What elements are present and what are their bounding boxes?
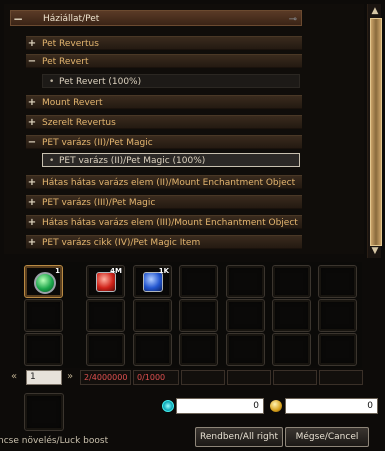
scroll-up-icon[interactable]: ▲ [369, 5, 381, 17]
recipe-tree: − Háziállat/Pet ⊸ + Pet Revertus − Pet R… [4, 4, 364, 254]
tree-root-label: Háziállat/Pet [43, 14, 100, 24]
inventory-slot[interactable] [133, 333, 172, 366]
bullet-icon: • [49, 156, 55, 166]
tree-item-label: Hátas hátas varázs elem (III)/Mount Ench… [42, 218, 298, 228]
gold-amount-field[interactable]: 0 [285, 398, 378, 414]
luck-boost-label: ncse növelés/Luck boost [0, 436, 109, 446]
blue-stone-icon [143, 272, 163, 292]
tree-item-mount-enchant-ii[interactable]: + Hátas hátas varázs elem (II)/Mount Enc… [26, 175, 302, 189]
expand-icon[interactable]: + [26, 96, 38, 108]
tree-leaf-pet-magic-ii-100[interactable]: • PET varázs (II)/Pet Magic (100%) [42, 153, 300, 167]
tree-item-pet-revertus[interactable]: + Pet Revertus [26, 36, 302, 50]
tree-item-pet-magic-ii[interactable]: − PET varázs (II)/Pet Magic [26, 135, 302, 149]
cancel-button[interactable]: Mégse/Cancel [285, 427, 369, 447]
collapse-icon[interactable]: − [26, 55, 38, 67]
inventory-slot[interactable] [272, 333, 311, 366]
gold-coin-icon [270, 400, 282, 412]
ok-button[interactable]: Rendben/All right [195, 427, 283, 447]
tree-item-szerelt-revertus[interactable]: + Szerelt Revertus [26, 115, 302, 129]
tree-item-label: Szerelt Revertus [42, 118, 116, 128]
tree-item-label: Mount Revert [42, 98, 103, 108]
red-material-counter: 2/4000000 [80, 370, 131, 385]
tree-item-mount-revert[interactable]: + Mount Revert [26, 95, 302, 109]
empty-counter [319, 370, 363, 385]
inventory-slot[interactable] [318, 265, 357, 298]
pin-icon: ⊸ [288, 14, 297, 25]
expand-icon[interactable]: + [26, 196, 38, 208]
tree-item-pet-magic-iii[interactable]: + PET varázs (III)/Pet Magic [26, 195, 302, 209]
main-item-slot[interactable]: 1 [24, 265, 63, 298]
next-page-icon[interactable]: » [64, 371, 76, 383]
inventory-slot[interactable] [24, 299, 63, 332]
inventory-slot[interactable] [179, 265, 218, 298]
page-number-field[interactable]: 1 [26, 370, 62, 385]
collapse-icon[interactable]: − [11, 11, 25, 25]
material-slot-blue[interactable]: 1K [133, 265, 172, 298]
inventory-slot[interactable] [318, 299, 357, 332]
inventory-slot[interactable] [272, 299, 311, 332]
expand-icon[interactable]: + [26, 236, 38, 248]
inventory-slot[interactable] [86, 299, 125, 332]
material-slot-red[interactable]: 4M [86, 265, 125, 298]
expand-icon[interactable]: + [26, 216, 38, 228]
collapse-icon[interactable]: − [26, 136, 38, 148]
inventory-slot[interactable] [86, 333, 125, 366]
tree-item-pet-revert[interactable]: − Pet Revert [26, 54, 302, 68]
prev-page-icon[interactable]: « [8, 371, 20, 383]
tree-item-label: PET varázs (II)/Pet Magic [42, 138, 153, 148]
expand-icon[interactable]: + [26, 116, 38, 128]
empty-counter [227, 370, 271, 385]
inventory-slot[interactable] [179, 333, 218, 366]
tree-scrollbar[interactable]: ▲ ▼ [367, 4, 382, 258]
inventory-slot[interactable] [226, 299, 265, 332]
tree-root-pet[interactable]: − Háziállat/Pet ⊸ [10, 10, 302, 26]
material-grid: 1 4M 1K [20, 262, 362, 368]
expand-icon[interactable]: + [26, 176, 38, 188]
empty-counter [181, 370, 225, 385]
tree-item-label: PET varázs (III)/Pet Magic [42, 198, 156, 208]
expand-icon[interactable]: + [26, 37, 38, 49]
tree-item-label: PET varázs cikk (IV)/Pet Magic Item [42, 238, 201, 248]
item-count: 1 [55, 267, 60, 275]
bullet-icon: • [49, 77, 55, 87]
tree-item-label: Hátas hátas varázs elem (II)/Mount Encha… [42, 178, 296, 188]
inventory-slot[interactable] [133, 299, 172, 332]
tree-leaf-pet-revert-100[interactable]: • Pet Revert (100%) [42, 74, 300, 88]
tree-item-pet-magic-item-iv[interactable]: + PET varázs cikk (IV)/Pet Magic Item [26, 235, 302, 249]
inventory-slot[interactable] [226, 333, 265, 366]
tree-leaf-label: Pet Revert (100%) [59, 77, 142, 87]
gem-amount-field[interactable]: 0 [176, 398, 264, 414]
item-count: 4M [110, 267, 122, 275]
luck-boost-slot[interactable] [24, 393, 64, 431]
inventory-slot[interactable] [272, 265, 311, 298]
scroll-down-icon[interactable]: ▼ [369, 245, 381, 257]
inventory-slot[interactable] [318, 333, 357, 366]
blue-material-counter: 0/1000 [133, 370, 179, 385]
empty-counter [273, 370, 317, 385]
tree-leaf-label: PET varázs (II)/Pet Magic (100%) [59, 156, 206, 166]
inventory-slot[interactable] [179, 299, 218, 332]
inventory-slot[interactable] [226, 265, 265, 298]
gem-currency-icon [162, 400, 174, 412]
item-count: 1K [158, 267, 169, 275]
inventory-slot[interactable] [24, 333, 63, 366]
scrollbar-thumb[interactable] [370, 18, 382, 246]
tree-item-mount-enchant-iii[interactable]: + Hátas hátas varázs elem (III)/Mount En… [26, 215, 302, 229]
tree-item-label: Pet Revertus [42, 39, 99, 49]
tree-item-label: Pet Revert [42, 57, 89, 67]
red-stone-icon [96, 272, 116, 292]
green-gem-icon [34, 272, 56, 294]
